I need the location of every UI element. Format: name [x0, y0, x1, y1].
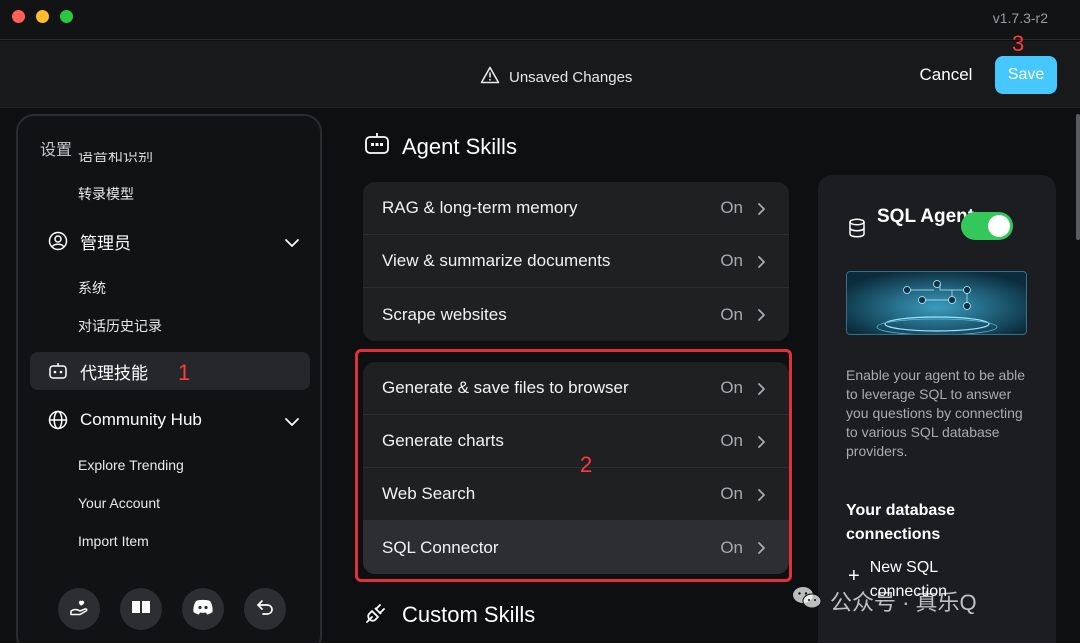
skill-state: On [720, 537, 743, 557]
watermark: 公众号 · 真乐Q [792, 585, 977, 617]
skill-row-generate-charts[interactable]: Generate charts On [363, 415, 789, 468]
scrollbar[interactable] [1076, 114, 1080, 240]
watermark-text: 公众号 · 真乐Q [830, 590, 977, 615]
section-title: Custom Skills [402, 602, 536, 627]
skill-label: RAG & long-term memory [382, 198, 578, 217]
sidebar-item-your-account[interactable]: Your Account [78, 495, 160, 511]
toggle-knob [988, 215, 1010, 237]
agent-skills-heading: Agent Skills [364, 131, 517, 163]
panel-title: SQL Agent [877, 206, 975, 227]
chevron-right-icon [757, 487, 767, 507]
sidebar-item-system[interactable]: 系统 [78, 278, 106, 298]
zoom-window-button[interactable] [60, 10, 73, 23]
sql-illustration [846, 271, 1027, 335]
skill-label: View & summarize documents [382, 251, 611, 270]
sidebar-item-import-item[interactable]: Import Item [78, 533, 149, 549]
skill-label: Scrape websites [382, 304, 507, 324]
panel-description: Enable your agent to be able to leverage… [846, 367, 1026, 459]
skill-group-configurable: Generate & save files to browser On Gene… [363, 362, 789, 574]
skill-label: Generate charts [382, 431, 504, 450]
warning-icon [480, 66, 500, 88]
page-title: Agent Skills [402, 134, 517, 159]
sidebar-group-label: Community Hub [80, 410, 202, 429]
annotation-number-2: 2 [580, 452, 593, 477]
chevron-right-icon [757, 307, 767, 327]
user-gear-icon [48, 231, 68, 251]
version-label: v1.7.3-r2 [992, 10, 1048, 26]
close-window-button[interactable] [12, 10, 25, 23]
skill-group-default: RAG & long-term memory On View & summari… [363, 182, 789, 341]
sql-agent-panel: SQL Agent Enable your agent to be able t… [818, 175, 1056, 643]
cancel-button[interactable]: Cancel [905, 57, 987, 93]
skill-row-rag-memory[interactable]: RAG & long-term memory On [363, 182, 789, 235]
sql-agent-toggle[interactable] [961, 212, 1013, 240]
unsaved-changes-label: Unsaved Changes [509, 68, 633, 86]
robot-icon [48, 361, 68, 381]
hand-heart-icon [68, 596, 90, 623]
annotation-number-3: 3 [1012, 31, 1025, 56]
save-button[interactable]: Save [995, 56, 1057, 94]
database-icon [848, 218, 866, 243]
skill-state: On [720, 198, 743, 217]
undo-arrow-icon [254, 596, 276, 623]
chevron-down-icon[interactable] [284, 412, 300, 432]
custom-skills-heading: Custom Skills [364, 599, 535, 631]
sidebar-item-label: 代理技能 [80, 363, 148, 383]
annotation-number-1: 1 [178, 360, 191, 385]
skill-state: On [720, 378, 743, 397]
book-open-icon [130, 596, 152, 623]
skill-row-save-files[interactable]: Generate & save files to browser On [363, 362, 789, 415]
back-button[interactable] [244, 588, 286, 630]
skill-state: On [720, 304, 743, 324]
skill-row-sql-connector[interactable]: SQL Connector On [363, 521, 789, 574]
minimize-window-button[interactable] [36, 10, 49, 23]
sidebar-footer [58, 588, 286, 630]
skill-label: SQL Connector [382, 537, 499, 557]
sidebar-item-partial[interactable]: 语音和识别 [78, 152, 153, 162]
wechat-icon [792, 585, 822, 617]
support-button[interactable] [58, 588, 100, 630]
sidebar-group-label: 管理员 [80, 233, 131, 253]
sidebar-item-explore-trending[interactable]: Explore Trending [78, 457, 184, 473]
connections-heading: Your database connections [846, 502, 956, 543]
skill-state: On [720, 431, 743, 450]
skill-label: Generate & save files to browser [382, 378, 629, 397]
skill-row-view-summarize[interactable]: View & summarize documents On [363, 235, 789, 288]
skill-label: Web Search [382, 484, 476, 503]
skill-row-web-search[interactable]: Web Search On [363, 468, 789, 521]
sidebar-group-admin[interactable]: 管理员 [30, 222, 310, 260]
sidebar-item-transcription-model[interactable]: 转录模型 [78, 184, 134, 204]
plug-icon [364, 599, 390, 631]
skill-state: On [720, 484, 743, 503]
chevron-right-icon [757, 381, 767, 401]
sidebar-item-chat-history[interactable]: 对话历史记录 [78, 316, 162, 336]
chevron-right-icon [757, 201, 767, 221]
chevron-right-icon [757, 540, 767, 560]
globe-icon [48, 410, 68, 430]
sidebar-title: 设置 [40, 142, 73, 159]
discord-button[interactable] [182, 588, 224, 630]
docs-button[interactable] [120, 588, 162, 630]
sidebar-item-agent-skills[interactable]: 代理技能 [30, 352, 310, 390]
robot-icon [364, 131, 390, 163]
chevron-right-icon [757, 254, 767, 274]
skill-row-scrape-websites[interactable]: Scrape websites On [363, 288, 789, 341]
sidebar-group-community-hub[interactable]: Community Hub [30, 401, 310, 439]
settings-sidebar: 设置 语音和识别 转录模型 管理员 系统 对话历史记录 代理技能 Communi… [16, 114, 322, 643]
title-bar: v1.7.3-r2 [0, 0, 1080, 40]
settings-header: Unsaved Changes Cancel Save [0, 41, 1080, 108]
discord-icon [192, 598, 214, 621]
unsaved-changes-notice: Unsaved Changes [480, 66, 632, 88]
chevron-right-icon [757, 434, 767, 454]
skill-state: On [720, 251, 743, 270]
chevron-down-icon[interactable] [284, 233, 300, 253]
